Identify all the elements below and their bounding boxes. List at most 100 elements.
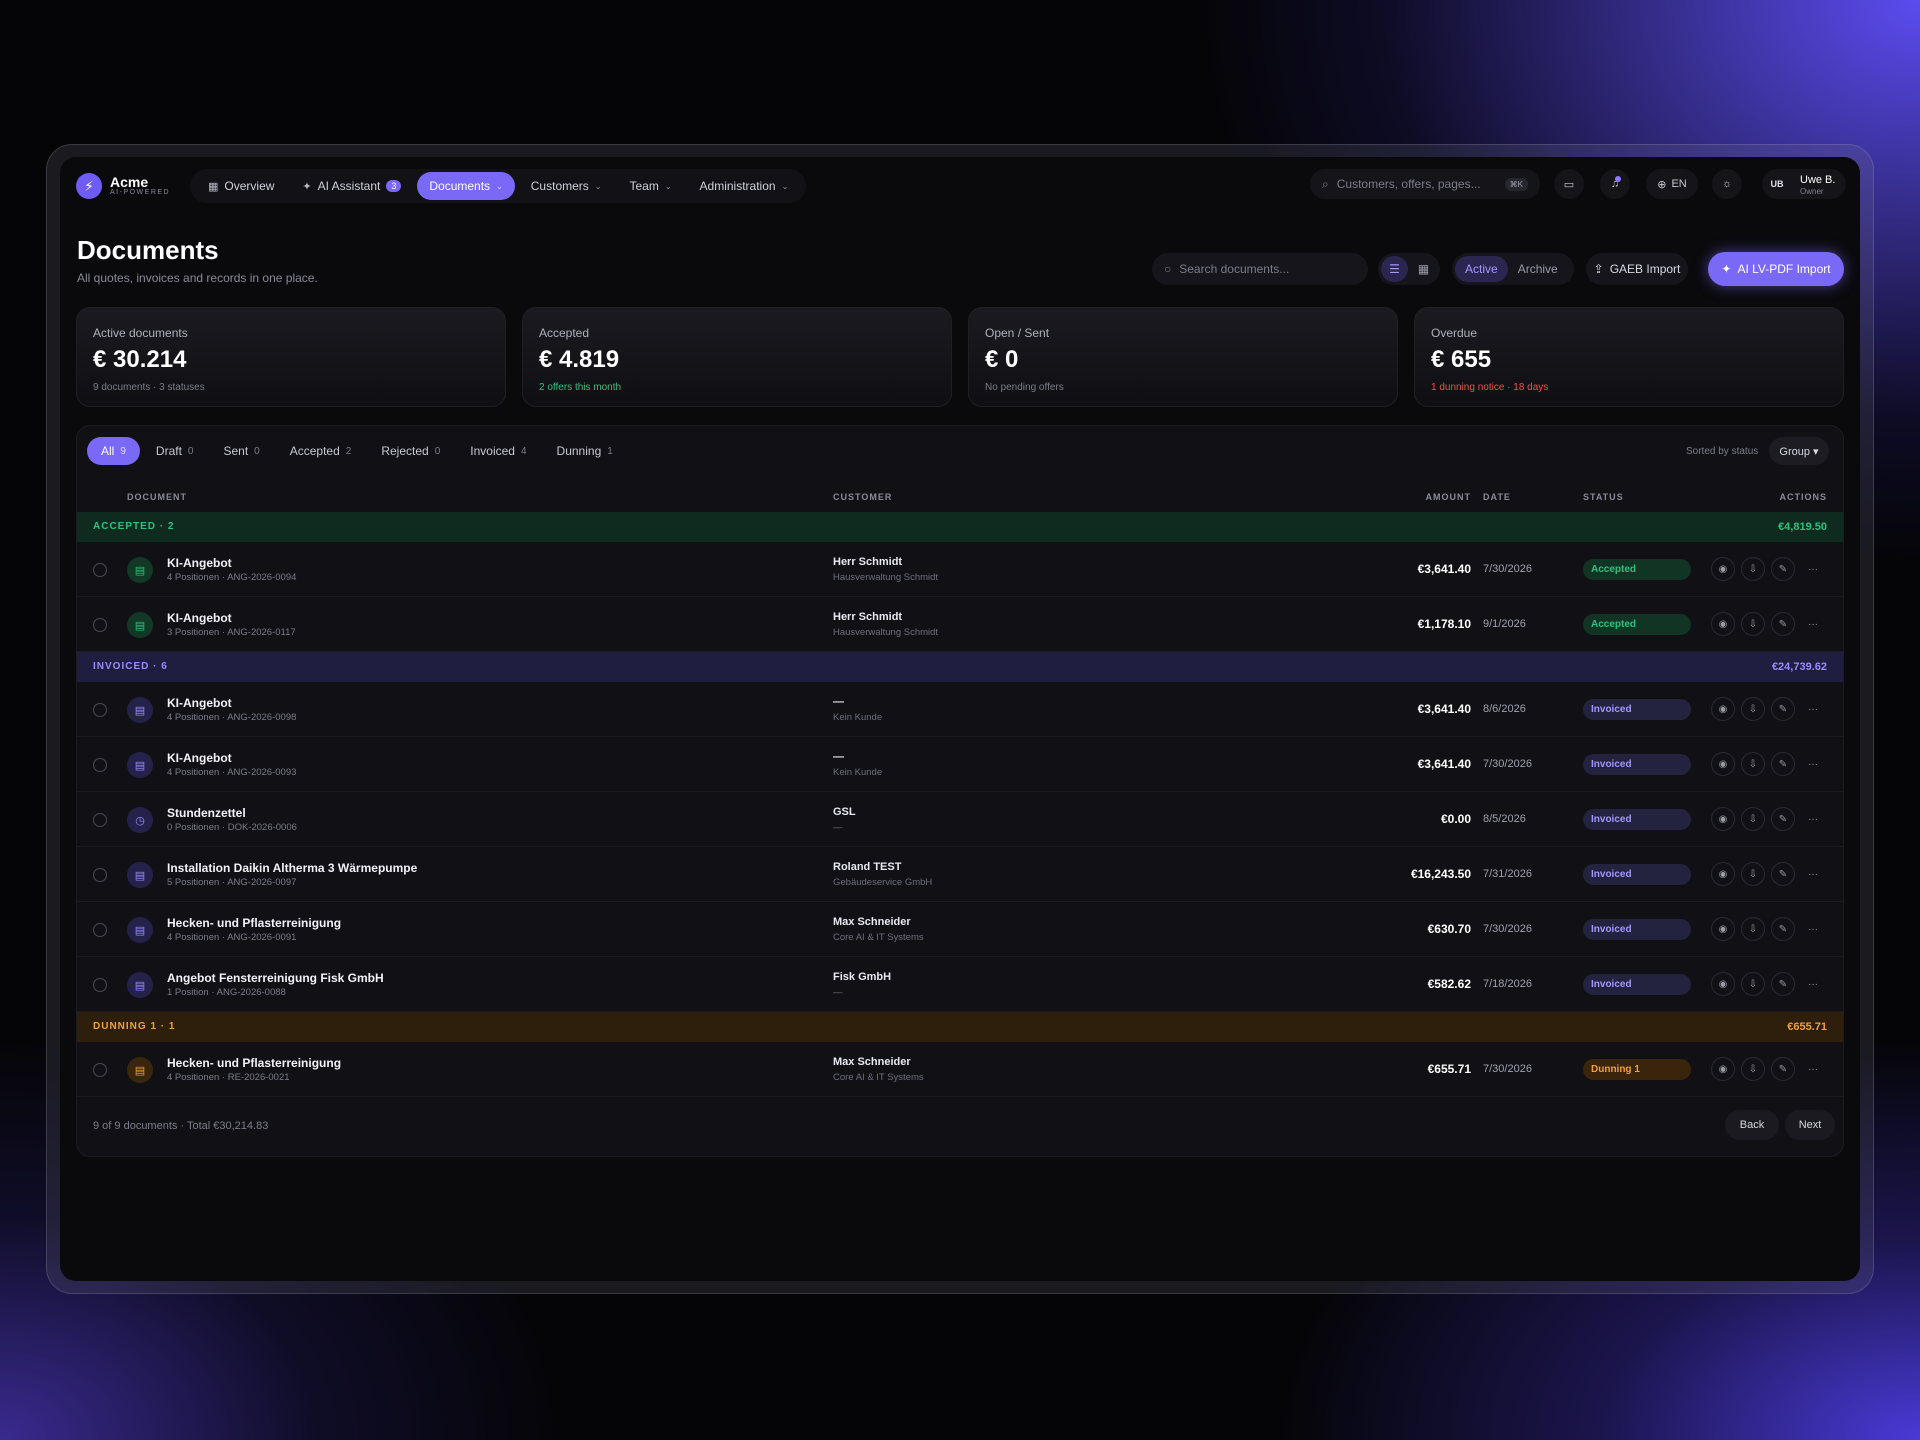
more-button[interactable]: ···	[1801, 752, 1825, 776]
download-button[interactable]: ⇩	[1741, 862, 1765, 886]
nav-overview[interactable]: ▦ Overview	[196, 172, 286, 200]
row-checkbox[interactable]	[93, 923, 107, 937]
view-button[interactable]: ◉	[1711, 1057, 1735, 1081]
document-title[interactable]: Hecken- und Pflasterreinigung	[167, 916, 341, 930]
ai-pdf-import-button[interactable]: ✦ AI LV-PDF Import	[1708, 252, 1844, 286]
nav-administration[interactable]: Administration ⌄	[688, 172, 801, 200]
theme-toggle[interactable]: ☼	[1712, 169, 1742, 199]
calendar-button[interactable]: ▭	[1554, 169, 1584, 199]
gaeb-import-button[interactable]: ⇪ GAEB Import	[1586, 253, 1688, 285]
table-row[interactable]: ▤ Angebot Fensterreinigung Fisk GmbH 1 P…	[77, 957, 1843, 1012]
document-title[interactable]: Installation Daikin Altherma 3 Wärmepump…	[167, 861, 417, 875]
more-button[interactable]: ···	[1801, 557, 1825, 581]
table-row[interactable]: ▤ KI-Angebot 4 Positionen · ANG-2026-009…	[77, 682, 1843, 737]
view-button[interactable]: ◉	[1711, 752, 1735, 776]
filter-rejected[interactable]: Rejected 0	[367, 437, 454, 465]
document-title[interactable]: Stundenzettel	[167, 806, 246, 820]
more-button[interactable]: ···	[1801, 697, 1825, 721]
language-button[interactable]: ⊕ EN	[1646, 169, 1698, 199]
notifications-button[interactable]: ♫	[1600, 169, 1630, 199]
global-search-input[interactable]: ⌕ Customers, offers, pages... ⌘K	[1310, 169, 1540, 199]
grid-view-button[interactable]: ▦	[1410, 256, 1437, 282]
view-button[interactable]: ◉	[1711, 557, 1735, 581]
download-button[interactable]: ⇩	[1741, 697, 1765, 721]
row-checkbox[interactable]	[93, 1063, 107, 1077]
table-row[interactable]: ◷ Stundenzettel 0 Positionen · DOK-2026-…	[77, 792, 1843, 847]
table-row[interactable]: ▤ KI-Angebot 3 Positionen · ANG-2026-011…	[77, 597, 1843, 652]
nav-ai-assistant[interactable]: ✦ AI Assistant 3	[290, 172, 413, 200]
view-button[interactable]: ◉	[1711, 972, 1735, 996]
filter-invoiced[interactable]: Invoiced 4	[456, 437, 540, 465]
more-button[interactable]: ···	[1801, 917, 1825, 941]
download-button[interactable]: ⇩	[1741, 752, 1765, 776]
more-button[interactable]: ···	[1801, 612, 1825, 636]
edit-button[interactable]: ✎	[1771, 917, 1795, 941]
nav-customers[interactable]: Customers ⌄	[519, 172, 614, 200]
row-checkbox[interactable]	[93, 618, 107, 632]
row-checkbox[interactable]	[93, 868, 107, 882]
document-title[interactable]: KI-Angebot	[167, 611, 232, 625]
next-button[interactable]: Next	[1785, 1110, 1835, 1140]
column-date[interactable]: DATE	[1483, 492, 1511, 502]
edit-button[interactable]: ✎	[1771, 807, 1795, 831]
document-title[interactable]: KI-Angebot	[167, 751, 232, 765]
table-row[interactable]: ▤ Installation Daikin Altherma 3 Wärmepu…	[77, 847, 1843, 902]
row-checkbox[interactable]	[93, 758, 107, 772]
back-button[interactable]: Back	[1725, 1110, 1779, 1140]
group-header-dunning[interactable]: DUNNING 1 · 1 €655.71	[77, 1012, 1843, 1042]
edit-button[interactable]: ✎	[1771, 1057, 1795, 1081]
logo-icon[interactable]: ⚡	[76, 173, 102, 199]
group-button[interactable]: Group ▾	[1769, 437, 1829, 465]
row-checkbox[interactable]	[93, 978, 107, 992]
column-customer[interactable]: CUSTOMER	[833, 492, 892, 502]
edit-button[interactable]: ✎	[1771, 862, 1795, 886]
download-button[interactable]: ⇩	[1741, 612, 1765, 636]
more-button[interactable]: ···	[1801, 807, 1825, 831]
table-row[interactable]: ▤ Hecken- und Pflasterreinigung 4 Positi…	[77, 1042, 1843, 1097]
view-button[interactable]: ◉	[1711, 612, 1735, 636]
filter-draft[interactable]: Draft 0	[142, 437, 208, 465]
document-title[interactable]: Hecken- und Pflasterreinigung	[167, 1056, 341, 1070]
view-button[interactable]: ◉	[1711, 697, 1735, 721]
list-view-button[interactable]: ☰	[1381, 256, 1408, 282]
more-button[interactable]: ···	[1801, 972, 1825, 996]
document-title[interactable]: KI-Angebot	[167, 556, 232, 570]
download-button[interactable]: ⇩	[1741, 917, 1765, 941]
table-row[interactable]: ▤ KI-Angebot 4 Positionen · ANG-2026-009…	[77, 737, 1843, 792]
tab-active[interactable]: Active	[1455, 256, 1508, 282]
filter-all[interactable]: All 9	[87, 437, 140, 465]
document-title[interactable]: Angebot Fensterreinigung Fisk GmbH	[167, 971, 384, 985]
column-amount[interactable]: AMOUNT	[1426, 492, 1472, 502]
filter-accepted[interactable]: Accepted 2	[276, 437, 366, 465]
edit-button[interactable]: ✎	[1771, 697, 1795, 721]
edit-button[interactable]: ✎	[1771, 557, 1795, 581]
document-title[interactable]: KI-Angebot	[167, 696, 232, 710]
row-checkbox[interactable]	[93, 563, 107, 577]
tab-archive[interactable]: Archive	[1508, 256, 1568, 282]
view-button[interactable]: ◉	[1711, 807, 1735, 831]
edit-button[interactable]: ✎	[1771, 612, 1795, 636]
document-search-input[interactable]: ○ Search documents...	[1152, 253, 1368, 285]
download-button[interactable]: ⇩	[1741, 557, 1765, 581]
nav-documents[interactable]: Documents ⌄	[417, 172, 515, 200]
filter-dunning[interactable]: Dunning 1	[543, 437, 627, 465]
table-row[interactable]: ▤ Hecken- und Pflasterreinigung 4 Positi…	[77, 902, 1843, 957]
download-button[interactable]: ⇩	[1741, 972, 1765, 996]
column-status[interactable]: STATUS	[1583, 492, 1624, 502]
edit-button[interactable]: ✎	[1771, 752, 1795, 776]
table-row[interactable]: ▤ KI-Angebot 4 Positionen · ANG-2026-009…	[77, 542, 1843, 597]
column-document[interactable]: DOCUMENT	[127, 492, 187, 502]
more-button[interactable]: ···	[1801, 862, 1825, 886]
filter-sent[interactable]: Sent 0	[209, 437, 273, 465]
more-button[interactable]: ···	[1801, 1057, 1825, 1081]
download-button[interactable]: ⇩	[1741, 1057, 1765, 1081]
view-button[interactable]: ◉	[1711, 917, 1735, 941]
edit-button[interactable]: ✎	[1771, 972, 1795, 996]
group-header-invoiced[interactable]: INVOICED · 6 €24,739.62	[77, 652, 1843, 682]
view-button[interactable]: ◉	[1711, 862, 1735, 886]
download-button[interactable]: ⇩	[1741, 807, 1765, 831]
group-header-accepted[interactable]: ACCEPTED · 2 €4,819.50	[77, 512, 1843, 542]
row-checkbox[interactable]	[93, 813, 107, 827]
row-checkbox[interactable]	[93, 703, 107, 717]
user-menu[interactable]: UB Uwe B. Owner	[1762, 169, 1846, 199]
